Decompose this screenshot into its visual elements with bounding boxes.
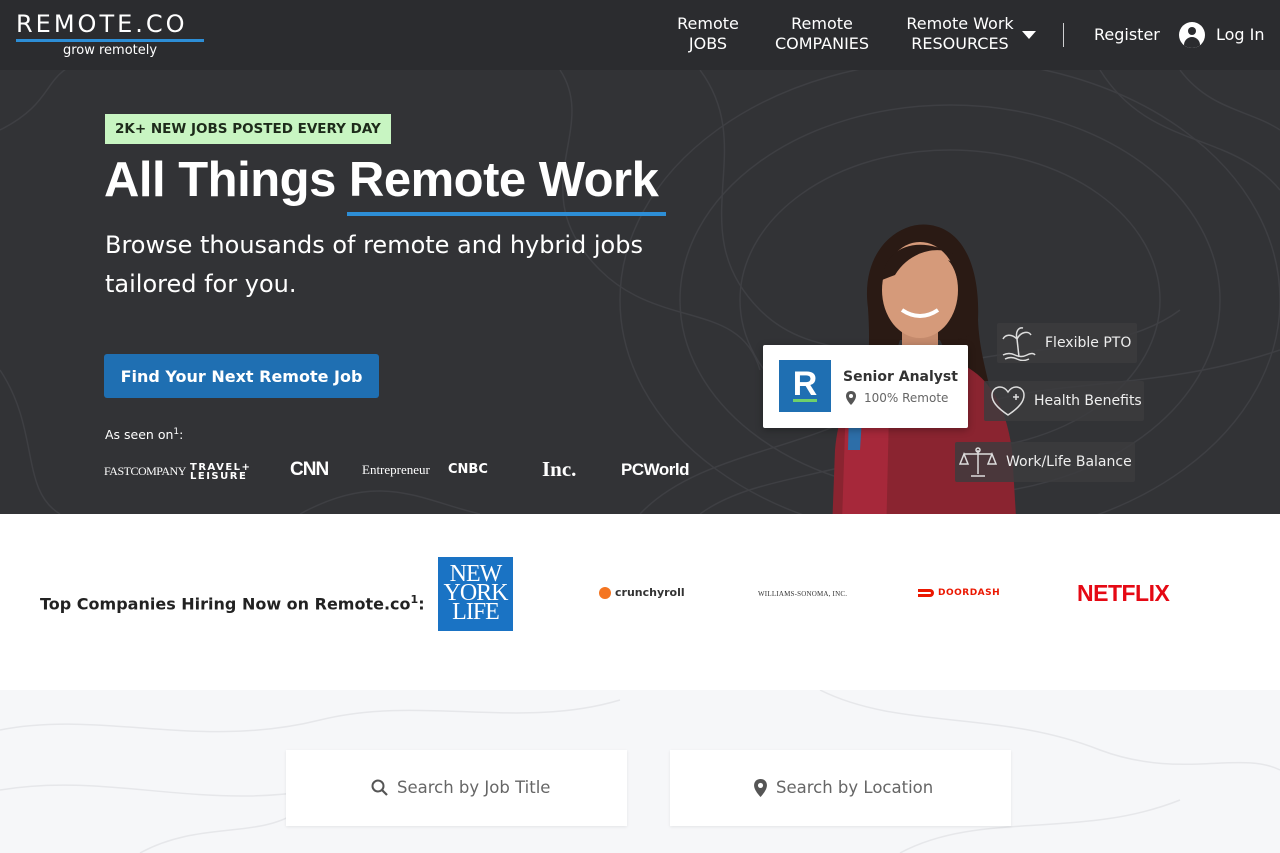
nav-divider bbox=[1063, 23, 1064, 47]
job-title-search-input[interactable]: Search by Job Title bbox=[286, 750, 627, 826]
as-seen-on-label: As seen on1: bbox=[105, 427, 184, 443]
company-logo-doordash[interactable]: DOORDASH bbox=[938, 588, 1000, 598]
topographic-background bbox=[0, 690, 1280, 853]
press-logo-cnn: CNN bbox=[290, 459, 329, 480]
press-logo-entrepreneur: Entrepreneur bbox=[362, 462, 430, 477]
find-remote-job-button[interactable]: Find Your Next Remote Job bbox=[104, 354, 379, 398]
press-logo-travel-leisure-text: TRAVEL+ LEISURE bbox=[190, 462, 252, 482]
top-companies-title: Top Companies Hiring Now on Remote.co1: bbox=[40, 593, 425, 614]
nav-remote-jobs-line2: JOBS bbox=[688, 34, 728, 53]
balance-scale-icon bbox=[959, 447, 997, 477]
as-seen-on-text: As seen on bbox=[105, 427, 174, 443]
perk-health-benefits-label: Health Benefits bbox=[1034, 393, 1142, 409]
press-logo-travel-leisure: TRAVEL+ LEISURE bbox=[190, 462, 254, 482]
top-companies-title-text: Top Companies Hiring Now on Remote.co bbox=[40, 594, 411, 614]
hero-headline: All Things Remote Work bbox=[104, 153, 659, 207]
job-card: R Senior Analyst 100% Remote bbox=[763, 345, 968, 428]
location-search-input[interactable]: Search by Location bbox=[670, 750, 1011, 826]
perk-flexible-pto: Flexible PTO bbox=[997, 323, 1137, 363]
headline-underline bbox=[347, 212, 666, 216]
perk-work-life-balance: Work/Life Balance bbox=[955, 442, 1135, 482]
press-logo-pcworld: PCWorld bbox=[621, 460, 689, 479]
card-logo-letter: R bbox=[792, 365, 818, 403]
company-logo-netflix[interactable]: NETFLIX bbox=[1077, 580, 1170, 607]
new-jobs-badge: 2K+ NEW JOBS POSTED EVERY DAY bbox=[105, 114, 391, 144]
nav-remote-companies[interactable]: Remote COMPANIES bbox=[766, 14, 878, 54]
footnote-marker: 1 bbox=[173, 427, 180, 437]
user-account-icon[interactable] bbox=[1179, 22, 1205, 48]
location-pin-icon bbox=[754, 779, 767, 797]
remote-co-card-logo: R bbox=[779, 360, 831, 412]
nav-remote-work-resources[interactable]: Remote Work RESOURCES bbox=[898, 14, 1022, 54]
chevron-down-icon[interactable] bbox=[1022, 31, 1036, 39]
top-companies-section: Top Companies Hiring Now on Remote.co1: … bbox=[0, 514, 1280, 690]
nav-remote-companies-line1: Remote bbox=[791, 14, 853, 33]
logo-underline bbox=[16, 39, 204, 42]
search-icon bbox=[371, 779, 388, 796]
nav-remote-jobs[interactable]: Remote JOBS bbox=[668, 14, 748, 54]
company-logo-williams-sonoma[interactable]: WILLIAMS-SONOMA, INC. bbox=[758, 590, 847, 598]
job-card-title: Senior Analyst bbox=[843, 369, 958, 385]
nav-remote-jobs-line1: Remote bbox=[677, 14, 739, 33]
logo-wordmark: REMOTE.CO bbox=[16, 10, 188, 38]
perk-flexible-pto-label: Flexible PTO bbox=[1045, 335, 1132, 351]
site-logo[interactable]: REMOTE.CO grow remotely bbox=[16, 10, 206, 58]
hero-subheading: Browse thousands of remote and hybrid jo… bbox=[105, 231, 643, 298]
company-logo-new-york-life-text: NEW YORK LIFE bbox=[443, 561, 508, 625]
press-logo-cnbc: CNBC bbox=[448, 462, 488, 477]
press-logo-fastcompany: FASTCOMPANY bbox=[104, 464, 186, 478]
location-pin-icon bbox=[846, 391, 856, 405]
job-title-search-placeholder: Search by Job Title bbox=[397, 778, 551, 797]
crunchyroll-icon bbox=[599, 587, 611, 599]
nav-resources-line2: RESOURCES bbox=[911, 34, 1009, 53]
company-logo-crunchyroll[interactable]: crunchyroll bbox=[615, 586, 685, 599]
nav-remote-companies-line2: COMPANIES bbox=[774, 34, 870, 53]
press-logo-inc: Inc. bbox=[542, 457, 577, 481]
register-link[interactable]: Register bbox=[1094, 25, 1160, 44]
login-link[interactable]: Log In bbox=[1216, 25, 1265, 44]
job-card-location: 100% Remote bbox=[864, 391, 949, 405]
hero-section: 2K+ NEW JOBS POSTED EVERY DAY All Things… bbox=[0, 70, 1280, 514]
footnote-marker: 1 bbox=[410, 593, 419, 606]
company-logo-new-york-life[interactable]: NEW YORK LIFE bbox=[438, 557, 513, 631]
logo-tagline: grow remotely bbox=[62, 43, 158, 58]
site-header: REMOTE.CO grow remotely Remote JOBS Remo… bbox=[0, 0, 1280, 70]
nav-resources-line1: Remote Work bbox=[906, 14, 1014, 33]
search-section: Search by Job Title Search by Location bbox=[0, 690, 1280, 853]
perk-work-life-balance-label: Work/Life Balance bbox=[1006, 454, 1132, 470]
doordash-icon bbox=[918, 589, 934, 597]
palm-tree-icon bbox=[1002, 327, 1036, 361]
location-search-placeholder: Search by Location bbox=[776, 778, 934, 797]
perk-health-benefits: Health Benefits bbox=[984, 381, 1144, 421]
heart-icon bbox=[991, 386, 1025, 416]
